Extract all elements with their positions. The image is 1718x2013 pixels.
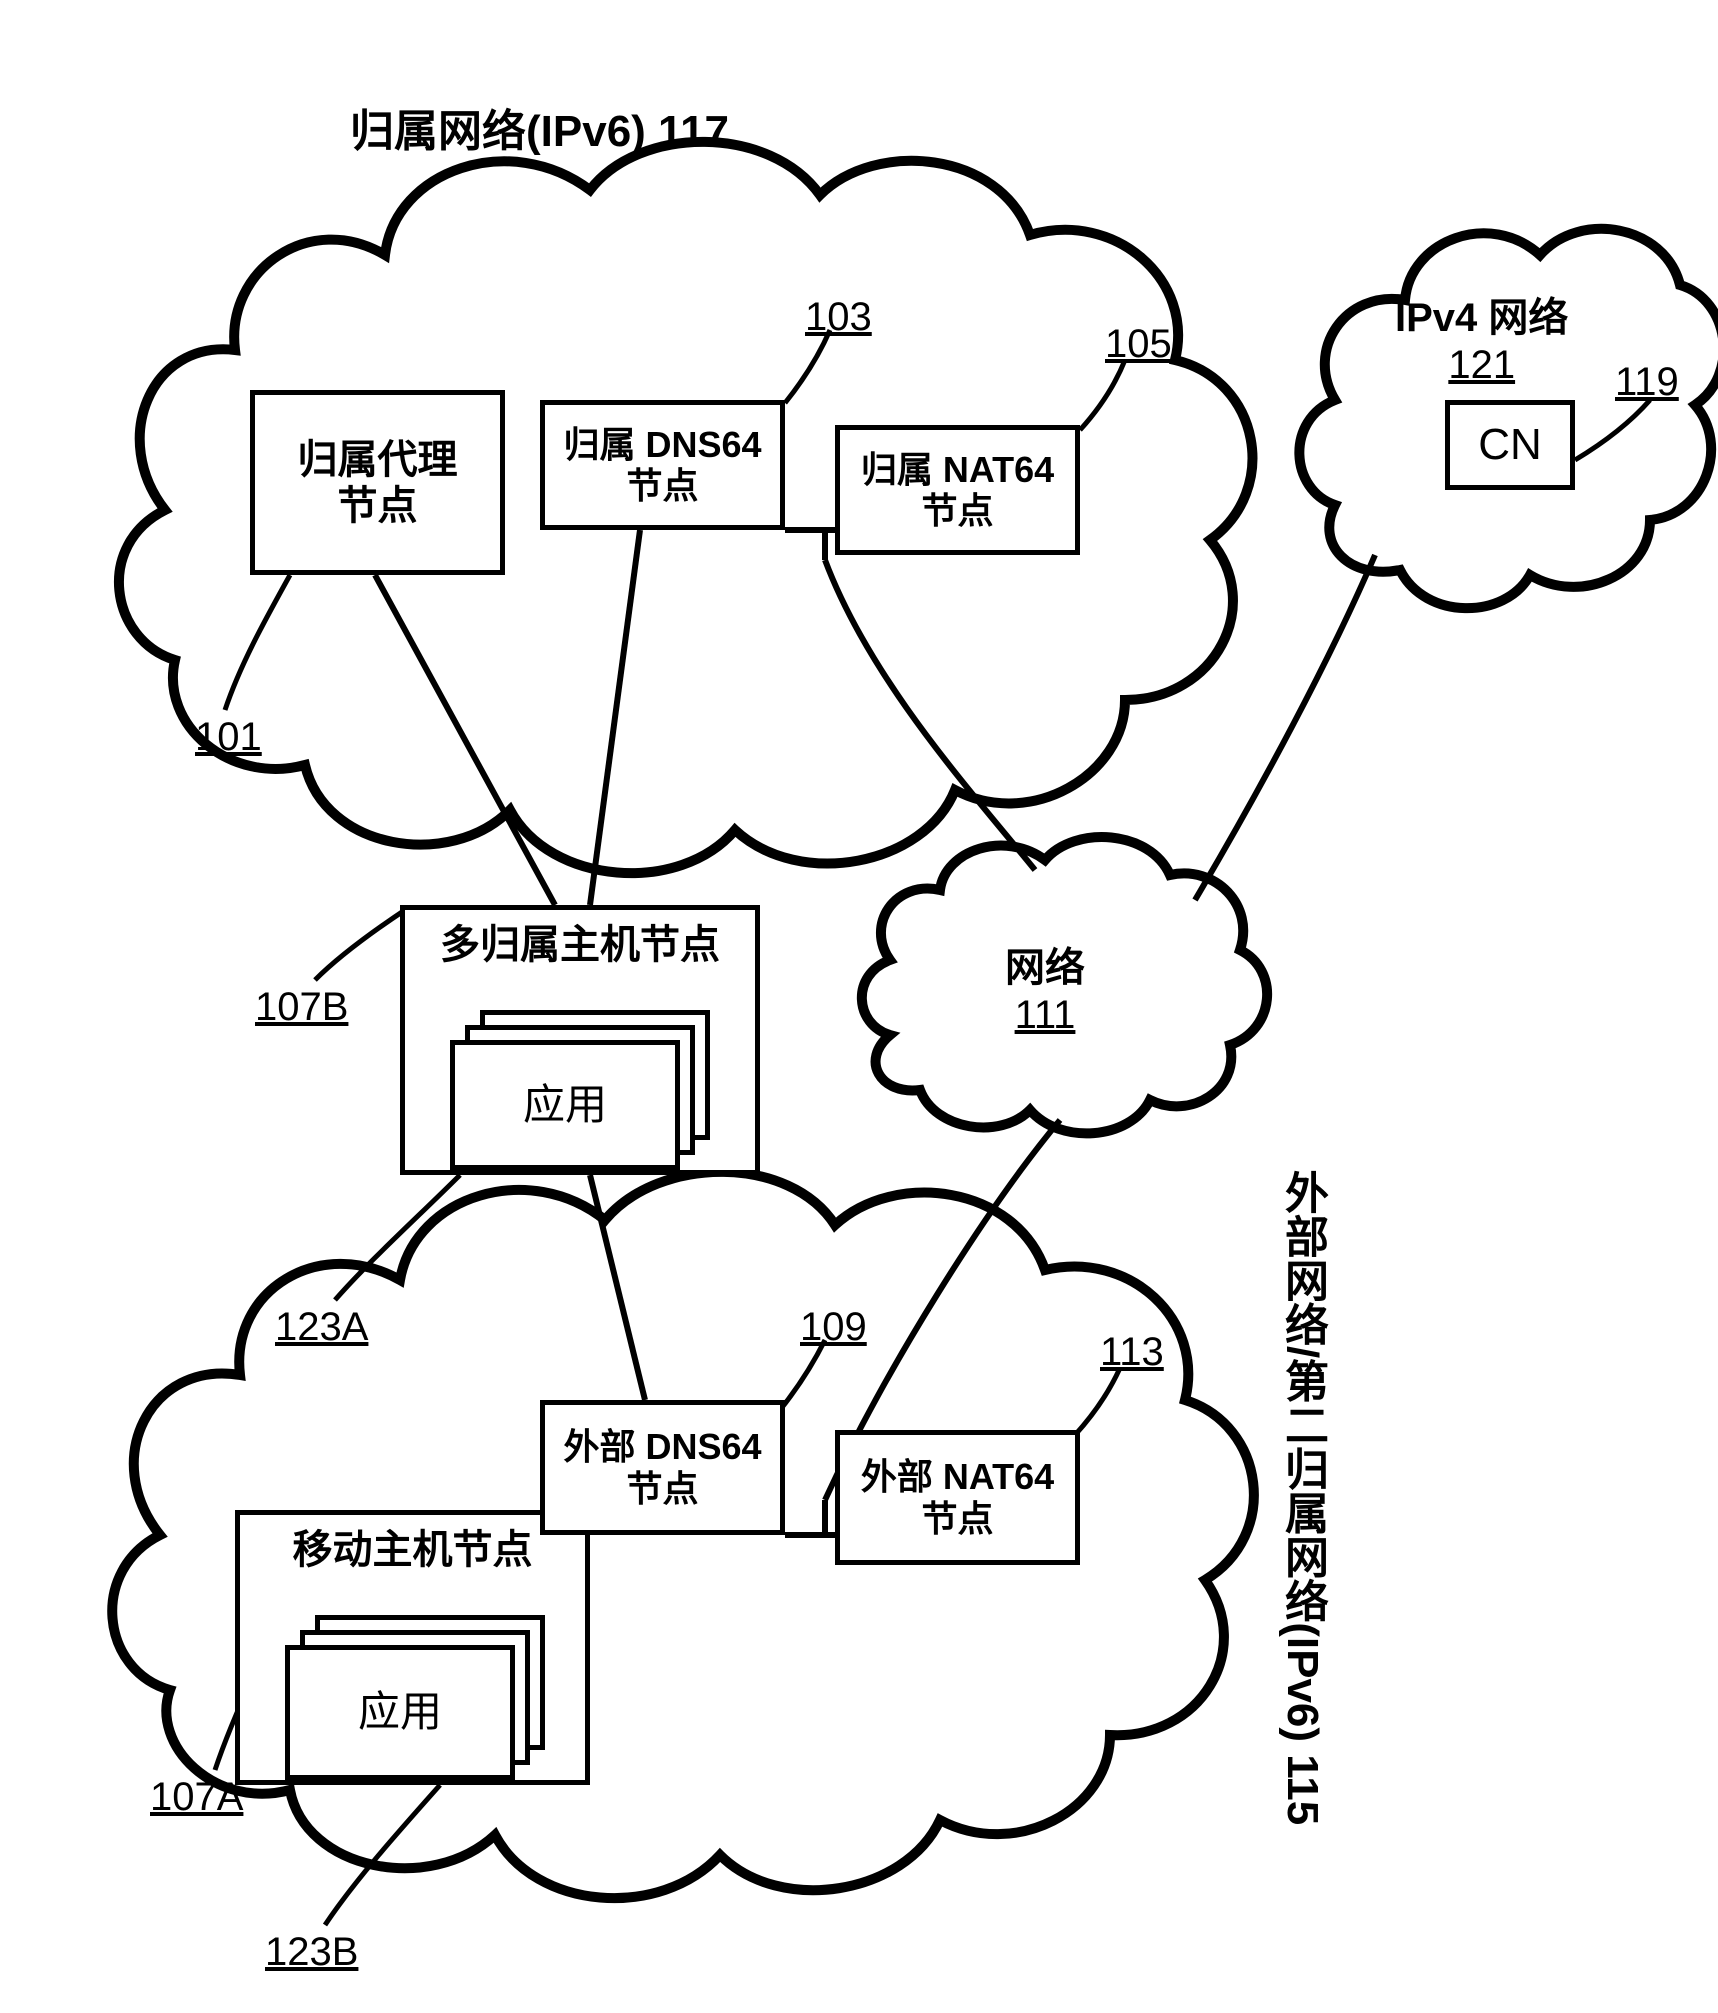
line-homeagent-to-multihomed bbox=[375, 575, 555, 905]
home-dns64-l1: 归属 DNS64 bbox=[563, 424, 761, 465]
foreign-dns64-l1: 外部 DNS64 bbox=[563, 1426, 761, 1467]
mobile-app: 应用 bbox=[285, 1645, 515, 1780]
ref-109: 109 bbox=[800, 1305, 867, 1350]
ipv4-title: IPv4 网络 121 bbox=[1395, 285, 1568, 388]
line-center-to-ipv4 bbox=[1195, 555, 1375, 900]
home-agent-l2: 节点 bbox=[338, 483, 418, 529]
ref-101: 101 bbox=[195, 715, 262, 760]
foreign-network-title: 外部网络/第二归属网络(IPv6) 115 bbox=[1270, 1170, 1334, 1825]
ref-107b: 107B bbox=[255, 985, 348, 1030]
ref-105: 105 bbox=[1105, 322, 1172, 367]
multihomed-title: 多归属主机节点 bbox=[440, 922, 720, 968]
multihomed-host-group: 多归属主机节点 应用 bbox=[400, 905, 760, 1175]
leader-119 bbox=[1575, 400, 1650, 460]
diagram-root: 归属网络(IPv6) 117 归属代理 节点 101 归属 DNS64 节点 1… bbox=[0, 0, 1718, 2013]
home-dns64-node: 归属 DNS64 节点 bbox=[540, 400, 785, 530]
ref-123a: 123A bbox=[275, 1305, 368, 1350]
leader-109 bbox=[780, 1340, 825, 1410]
leader-105 bbox=[1080, 360, 1125, 430]
leader-107b bbox=[315, 910, 405, 980]
ref-107a: 107A bbox=[150, 1775, 243, 1820]
mobile-title: 移动主机节点 bbox=[293, 1527, 533, 1573]
ref-103: 103 bbox=[805, 295, 872, 340]
home-nat64-l1: 归属 NAT64 bbox=[861, 449, 1054, 490]
leader-101 bbox=[225, 575, 290, 710]
home-agent-node: 归属代理 节点 bbox=[250, 390, 505, 575]
foreign-dns64-l2: 节点 bbox=[626, 1468, 698, 1509]
leader-113 bbox=[1075, 1368, 1120, 1435]
home-nat64-l2: 节点 bbox=[921, 490, 993, 531]
foreign-nat64-l2: 节点 bbox=[921, 1498, 993, 1539]
multihomed-app: 应用 bbox=[450, 1040, 680, 1170]
foreign-nat64-node: 外部 NAT64 节点 bbox=[835, 1430, 1080, 1565]
line-homedns-to-multihomed bbox=[590, 530, 640, 905]
foreign-dns64-node: 外部 DNS64 节点 bbox=[540, 1400, 785, 1535]
cn-node: CN bbox=[1445, 400, 1575, 490]
ref-113: 113 bbox=[1100, 1330, 1164, 1375]
home-network-title: 归属网络(IPv6) 117 bbox=[350, 95, 729, 159]
center-network-label: 网络 111 bbox=[1005, 935, 1085, 1038]
foreign-nat64-l1: 外部 NAT64 bbox=[861, 1456, 1054, 1497]
mobile-host-group: 移动主机节点 应用 bbox=[235, 1510, 590, 1785]
home-agent-l1: 归属代理 bbox=[298, 437, 458, 483]
ref-123b: 123B bbox=[265, 1930, 358, 1975]
leader-103 bbox=[785, 330, 830, 403]
home-nat64-node: 归属 NAT64 节点 bbox=[835, 425, 1080, 555]
home-dns64-l2: 节点 bbox=[626, 465, 698, 506]
ref-119: 119 bbox=[1615, 360, 1679, 405]
